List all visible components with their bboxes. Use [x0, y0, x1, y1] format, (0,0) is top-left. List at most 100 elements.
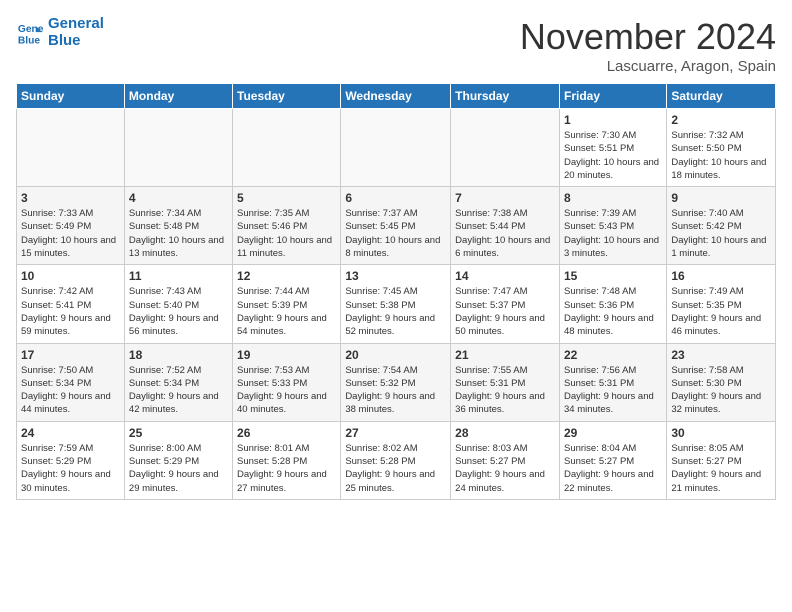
- calendar-cell: 30 Sunrise: 8:05 AM Sunset: 5:27 PM Dayli…: [667, 421, 776, 499]
- day-info: Sunrise: 7:34 AM Sunset: 5:48 PM Dayligh…: [129, 207, 228, 260]
- day-number: 30: [671, 426, 771, 440]
- day-info: Sunrise: 8:03 AM Sunset: 5:27 PM Dayligh…: [455, 442, 555, 495]
- day-number: 7: [455, 191, 555, 205]
- calendar-cell: 23 Sunrise: 7:58 AM Sunset: 5:30 PM Dayli…: [667, 343, 776, 421]
- calendar-cell: 6 Sunrise: 7:37 AM Sunset: 5:45 PM Daylig…: [341, 187, 451, 265]
- calendar-cell: 3Sunrise: 7:33 AM Sunset: 5:49 PM Daylig…: [17, 187, 125, 265]
- day-info: Sunrise: 7:55 AM Sunset: 5:31 PM Dayligh…: [455, 364, 555, 417]
- svg-text:Blue: Blue: [18, 35, 41, 46]
- weekday-header: Sunday: [17, 84, 125, 109]
- calendar-cell: 1 Sunrise: 7:30 AM Sunset: 5:51 PM Daylig…: [559, 109, 666, 187]
- day-number: 6: [345, 191, 446, 205]
- calendar-cell: 8 Sunrise: 7:39 AM Sunset: 5:43 PM Daylig…: [559, 187, 666, 265]
- calendar-cell: 21Sunrise: 7:55 AM Sunset: 5:31 PM Dayli…: [451, 343, 560, 421]
- day-info: Sunrise: 7:47 AM Sunset: 5:37 PM Dayligh…: [455, 285, 555, 338]
- day-info: Sunrise: 8:01 AM Sunset: 5:28 PM Dayligh…: [237, 442, 336, 495]
- day-number: 13: [345, 269, 446, 283]
- month-title: November 2024: [520, 16, 776, 58]
- calendar-week-row: 24 Sunrise: 7:59 AM Sunset: 5:29 PM Dayli…: [17, 421, 776, 499]
- weekday-header: Thursday: [451, 84, 560, 109]
- calendar-cell: 4 Sunrise: 7:34 AM Sunset: 5:48 PM Daylig…: [124, 187, 232, 265]
- logo-text-line1: General: [48, 16, 104, 33]
- day-info: Sunrise: 7:33 AM Sunset: 5:49 PM Dayligh…: [21, 207, 120, 260]
- calendar-cell: 25 Sunrise: 8:00 AM Sunset: 5:29 PM Dayli…: [124, 421, 232, 499]
- weekday-header: Monday: [124, 84, 232, 109]
- day-info: Sunrise: 7:35 AM Sunset: 5:46 PM Dayligh…: [237, 207, 336, 260]
- weekday-header: Tuesday: [233, 84, 341, 109]
- day-number: 25: [129, 426, 228, 440]
- weekday-header: Friday: [559, 84, 666, 109]
- day-number: 18: [129, 348, 228, 362]
- day-number: 1: [564, 113, 662, 127]
- calendar-week-row: 10Sunrise: 7:42 AM Sunset: 5:41 PM Dayli…: [17, 265, 776, 343]
- logo-text-line2: Blue: [48, 33, 104, 50]
- title-block: November 2024 Lascuarre, Aragon, Spain: [520, 16, 776, 75]
- calendar-table: SundayMondayTuesdayWednesdayThursdayFrid…: [16, 83, 776, 500]
- calendar-cell: [233, 109, 341, 187]
- day-info: Sunrise: 8:00 AM Sunset: 5:29 PM Dayligh…: [129, 442, 228, 495]
- logo-icon: General Blue: [16, 19, 44, 47]
- day-info: Sunrise: 7:45 AM Sunset: 5:38 PM Dayligh…: [345, 285, 446, 338]
- day-info: Sunrise: 7:39 AM Sunset: 5:43 PM Dayligh…: [564, 207, 662, 260]
- day-number: 12: [237, 269, 336, 283]
- calendar-cell: 10Sunrise: 7:42 AM Sunset: 5:41 PM Dayli…: [17, 265, 125, 343]
- calendar-week-row: 3Sunrise: 7:33 AM Sunset: 5:49 PM Daylig…: [17, 187, 776, 265]
- day-info: Sunrise: 7:58 AM Sunset: 5:30 PM Dayligh…: [671, 364, 771, 417]
- calendar-cell: [17, 109, 125, 187]
- calendar-body: 1 Sunrise: 7:30 AM Sunset: 5:51 PM Daylig…: [17, 109, 776, 500]
- day-number: 2: [671, 113, 771, 127]
- weekday-header: Saturday: [667, 84, 776, 109]
- page-header: General Blue General Blue November 2024 …: [16, 16, 776, 75]
- day-number: 29: [564, 426, 662, 440]
- day-number: 11: [129, 269, 228, 283]
- day-number: 19: [237, 348, 336, 362]
- calendar-cell: 13 Sunrise: 7:45 AM Sunset: 5:38 PM Dayli…: [341, 265, 451, 343]
- day-number: 28: [455, 426, 555, 440]
- day-number: 16: [671, 269, 771, 283]
- calendar-cell: [124, 109, 232, 187]
- calendar-cell: 12 Sunrise: 7:44 AM Sunset: 5:39 PM Dayli…: [233, 265, 341, 343]
- day-info: Sunrise: 7:43 AM Sunset: 5:40 PM Dayligh…: [129, 285, 228, 338]
- day-info: Sunrise: 8:05 AM Sunset: 5:27 PM Dayligh…: [671, 442, 771, 495]
- day-number: 8: [564, 191, 662, 205]
- calendar-week-row: 17Sunrise: 7:50 AM Sunset: 5:34 PM Dayli…: [17, 343, 776, 421]
- day-number: 26: [237, 426, 336, 440]
- day-info: Sunrise: 7:38 AM Sunset: 5:44 PM Dayligh…: [455, 207, 555, 260]
- location: Lascuarre, Aragon, Spain: [520, 58, 776, 75]
- day-number: 23: [671, 348, 771, 362]
- day-number: 22: [564, 348, 662, 362]
- day-number: 5: [237, 191, 336, 205]
- calendar-cell: 9Sunrise: 7:40 AM Sunset: 5:42 PM Daylig…: [667, 187, 776, 265]
- day-number: 17: [21, 348, 120, 362]
- calendar-cell: 14 Sunrise: 7:47 AM Sunset: 5:37 PM Dayli…: [451, 265, 560, 343]
- calendar-cell: 5 Sunrise: 7:35 AM Sunset: 5:46 PM Daylig…: [233, 187, 341, 265]
- weekday-header: Wednesday: [341, 84, 451, 109]
- calendar-cell: 16Sunrise: 7:49 AM Sunset: 5:35 PM Dayli…: [667, 265, 776, 343]
- day-number: 15: [564, 269, 662, 283]
- calendar-cell: 29 Sunrise: 8:04 AM Sunset: 5:27 PM Dayli…: [559, 421, 666, 499]
- day-info: Sunrise: 7:54 AM Sunset: 5:32 PM Dayligh…: [345, 364, 446, 417]
- day-info: Sunrise: 7:53 AM Sunset: 5:33 PM Dayligh…: [237, 364, 336, 417]
- day-number: 20: [345, 348, 446, 362]
- day-number: 14: [455, 269, 555, 283]
- calendar-cell: 2Sunrise: 7:32 AM Sunset: 5:50 PM Daylig…: [667, 109, 776, 187]
- calendar-cell: 18 Sunrise: 7:52 AM Sunset: 5:34 PM Dayli…: [124, 343, 232, 421]
- calendar-cell: 17Sunrise: 7:50 AM Sunset: 5:34 PM Dayli…: [17, 343, 125, 421]
- calendar-cell: 7 Sunrise: 7:38 AM Sunset: 5:44 PM Daylig…: [451, 187, 560, 265]
- day-info: Sunrise: 7:52 AM Sunset: 5:34 PM Dayligh…: [129, 364, 228, 417]
- day-info: Sunrise: 7:30 AM Sunset: 5:51 PM Dayligh…: [564, 129, 662, 182]
- day-info: Sunrise: 7:59 AM Sunset: 5:29 PM Dayligh…: [21, 442, 120, 495]
- day-info: Sunrise: 7:56 AM Sunset: 5:31 PM Dayligh…: [564, 364, 662, 417]
- calendar-cell: 24 Sunrise: 7:59 AM Sunset: 5:29 PM Dayli…: [17, 421, 125, 499]
- day-number: 27: [345, 426, 446, 440]
- day-info: Sunrise: 8:04 AM Sunset: 5:27 PM Dayligh…: [564, 442, 662, 495]
- calendar-cell: 26 Sunrise: 8:01 AM Sunset: 5:28 PM Dayli…: [233, 421, 341, 499]
- day-info: Sunrise: 7:44 AM Sunset: 5:39 PM Dayligh…: [237, 285, 336, 338]
- day-info: Sunrise: 8:02 AM Sunset: 5:28 PM Dayligh…: [345, 442, 446, 495]
- day-info: Sunrise: 7:37 AM Sunset: 5:45 PM Dayligh…: [345, 207, 446, 260]
- calendar-cell: 11 Sunrise: 7:43 AM Sunset: 5:40 PM Dayli…: [124, 265, 232, 343]
- day-number: 4: [129, 191, 228, 205]
- calendar-header-row: SundayMondayTuesdayWednesdayThursdayFrid…: [17, 84, 776, 109]
- day-number: 24: [21, 426, 120, 440]
- day-info: Sunrise: 7:48 AM Sunset: 5:36 PM Dayligh…: [564, 285, 662, 338]
